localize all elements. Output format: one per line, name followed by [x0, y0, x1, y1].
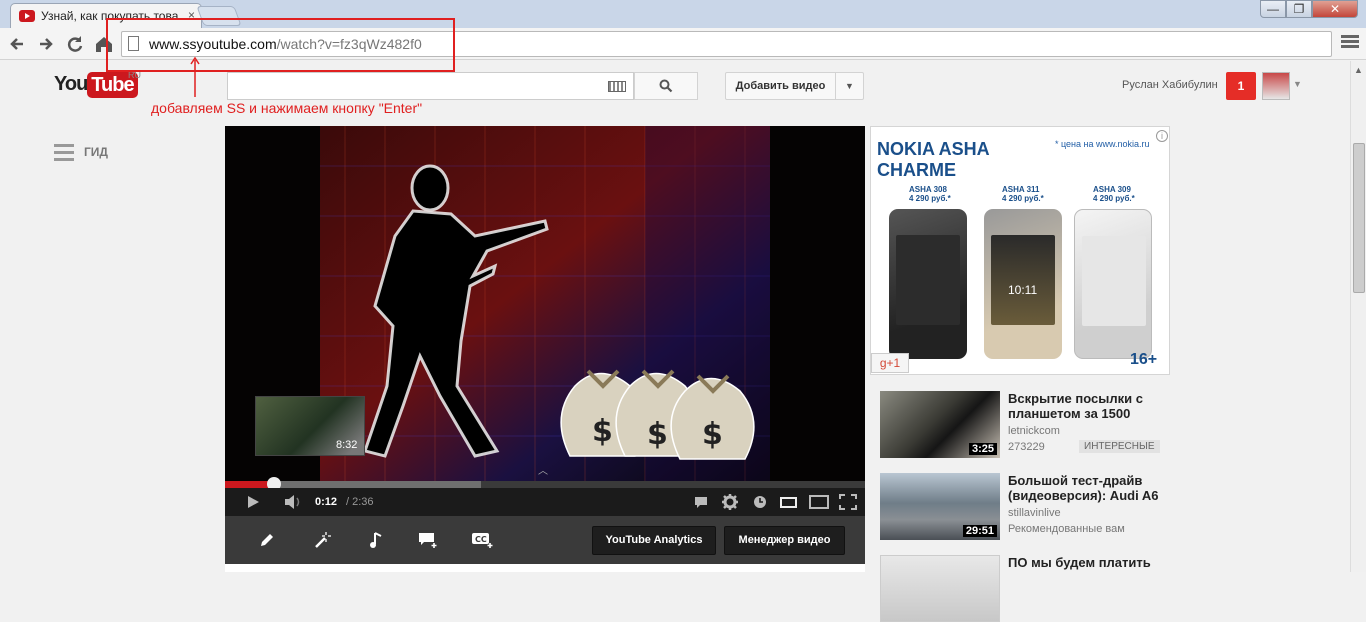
google-plus-button[interactable]: g+1	[871, 353, 909, 373]
ad-brand: NOKIA ASHA CHARME	[877, 139, 990, 180]
video-badge: ИНТЕРЕСНЫЕ	[1079, 440, 1160, 453]
search-icon	[659, 79, 673, 93]
ad-model-price: 4 290 руб.*	[909, 194, 951, 203]
back-arrow-icon[interactable]	[6, 33, 28, 55]
ad-model-name: ASHA 311	[1002, 185, 1040, 194]
svg-text:︿: ︿	[538, 466, 548, 477]
gear-icon[interactable]	[721, 493, 739, 514]
scroll-up-icon[interactable]: ▲	[1354, 65, 1363, 75]
avatar[interactable]	[1262, 72, 1290, 100]
guide-label: ГИД	[84, 145, 108, 159]
captions-icon[interactable]: CC	[471, 531, 495, 554]
annotation-highlight-box	[106, 18, 455, 72]
video-info-panel	[225, 564, 865, 572]
ad-age-rating: 16+	[1130, 351, 1158, 368]
play-icon[interactable]	[245, 494, 261, 513]
svg-text:$: $	[592, 414, 613, 449]
annotation-text: добавляем SS и нажимаем кнопку "Enter"	[151, 100, 423, 116]
logo-you: You	[54, 73, 88, 95]
volume-icon[interactable]	[283, 494, 303, 513]
window-maximize-button[interactable]: ❐	[1286, 0, 1312, 18]
small-player-icon[interactable]	[780, 495, 798, 512]
ad-phone-image	[889, 209, 967, 359]
youtube-favicon-icon	[19, 10, 35, 22]
pencil-icon[interactable]	[258, 531, 276, 554]
video-thumbnail[interactable]	[880, 555, 1000, 622]
ad-phone-image: 10:11	[984, 209, 1062, 359]
upload-menu-button[interactable]: ▼	[835, 72, 864, 100]
video-channel[interactable]: letnickcom	[1008, 425, 1060, 437]
video-duration: 29:51	[962, 525, 997, 537]
large-player-icon[interactable]	[809, 494, 829, 513]
video-recommendation: Рекомендованные вам	[1008, 523, 1125, 535]
chevron-down-icon[interactable]: ▼	[1293, 79, 1302, 89]
upload-button[interactable]: Добавить видео	[725, 72, 836, 100]
menu-icon	[54, 144, 74, 165]
ad-phone-image	[1074, 209, 1152, 359]
ad-model-price: 4 290 руб.*	[1002, 194, 1044, 203]
video-title[interactable]: Вскрытие посылки с планшетом за 1500	[1008, 391, 1178, 421]
ad-model-name: ASHA 308	[909, 185, 947, 194]
annotation-arrow-icon	[190, 56, 200, 97]
video-thumbnail[interactable]: 29:51	[880, 473, 1000, 540]
page-scrollbar[interactable]: ▲	[1350, 61, 1366, 572]
user-name[interactable]: Руслан Хабибулин	[1122, 79, 1218, 91]
seek-preview-time: 8:32	[336, 439, 358, 451]
forward-arrow-icon[interactable]	[35, 33, 57, 55]
watch-later-icon[interactable]	[753, 495, 767, 512]
video-title[interactable]: Большой тест-драйв (видеоверсия): Audi A…	[1008, 473, 1178, 503]
svg-text:$: $	[702, 417, 723, 452]
svg-text:$: $	[647, 417, 668, 452]
search-button[interactable]	[634, 72, 698, 100]
fullscreen-icon[interactable]	[839, 494, 857, 513]
ad-info-icon[interactable]: i	[1156, 130, 1168, 142]
browser-menu-icon[interactable]	[1340, 33, 1360, 53]
total-time: / 2:36	[346, 496, 374, 508]
youtube-analytics-button[interactable]: YouTube Analytics	[592, 526, 716, 555]
ad-model: ASHA 311 4 290 руб.*	[1002, 185, 1044, 203]
window-minimize-button[interactable]: —	[1260, 0, 1286, 18]
current-time: 0:12	[315, 496, 338, 508]
youtube-logo[interactable]: You Tube RU	[54, 70, 141, 98]
video-views: 273229	[1008, 441, 1045, 453]
ad-model-name: ASHA 309	[1093, 185, 1131, 194]
comments-icon[interactable]	[693, 494, 709, 513]
ad-price-site: * цена на www.nokia.ru	[1055, 139, 1150, 149]
creator-toolbar: CC YouTube Analytics Менеджер видео	[225, 516, 865, 564]
ad-phone-clock: 10:11	[1008, 283, 1038, 297]
search-input[interactable]	[227, 72, 634, 100]
video-thumbnail[interactable]: 3:25	[880, 391, 1000, 458]
video-player[interactable]: $ $ $ ︿ 8:32 0:12 / 2:36	[225, 126, 865, 516]
ad-model: ASHA 308 4 290 руб.*	[909, 185, 951, 203]
keyboard-icon[interactable]	[608, 81, 626, 92]
notification-count[interactable]: 1	[1226, 72, 1256, 100]
video-manager-button[interactable]: Менеджер видео	[724, 526, 845, 555]
video-duration: 3:25	[968, 443, 997, 455]
svg-text:CC: CC	[475, 535, 487, 544]
magic-wand-icon[interactable]	[313, 531, 331, 554]
annotation-icon[interactable]	[418, 531, 440, 554]
advertisement[interactable]: NOKIA ASHA CHARME * цена на www.nokia.ru…	[870, 126, 1170, 375]
reload-icon[interactable]	[64, 33, 86, 55]
ad-model-price: 4 290 руб.*	[1093, 194, 1135, 203]
video-channel[interactable]: stillavinlive	[1008, 507, 1061, 519]
progress-bar[interactable]	[225, 477, 865, 491]
window-close-button[interactable]: ✕	[1312, 0, 1358, 18]
scrollbar-thumb[interactable]	[1353, 143, 1365, 293]
music-icon[interactable]	[368, 531, 384, 554]
ad-model: ASHA 309 4 290 руб.*	[1093, 185, 1135, 203]
video-title[interactable]: ПО мы будем платить	[1008, 555, 1178, 570]
